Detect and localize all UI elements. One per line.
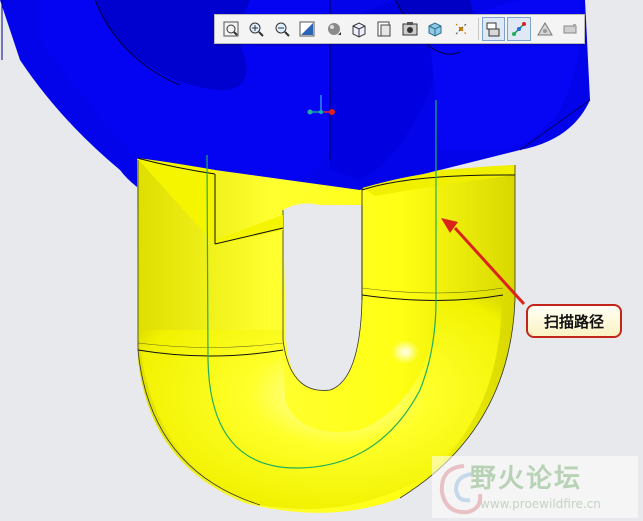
saved-view-icon[interactable] — [347, 17, 371, 41]
model-viewport[interactable] — [0, 0, 643, 521]
csys-display-icon[interactable] — [558, 17, 582, 41]
display-style-icon[interactable] — [321, 17, 345, 41]
axis-display-icon[interactable] — [507, 17, 531, 41]
zoom-out-icon[interactable] — [270, 17, 294, 41]
view-manager-icon[interactable] — [372, 17, 396, 41]
watermark-url: www.proewildfire.cn — [480, 497, 601, 511]
repaint-icon[interactable] — [296, 17, 320, 41]
datum-display-icon[interactable] — [449, 17, 473, 41]
plane-display-icon[interactable] — [481, 17, 506, 41]
orient-icon[interactable] — [424, 17, 448, 41]
watermark-title: 野火论坛 — [470, 464, 583, 494]
callout-label: 扫描路径 — [543, 312, 604, 331]
toolbar-separator — [477, 18, 479, 40]
view-toolbar — [214, 14, 585, 44]
zoom-fit-icon[interactable] — [219, 17, 243, 41]
zoom-in-icon[interactable] — [245, 17, 269, 41]
sweep-path-callout: 扫描路径 — [526, 304, 622, 338]
render-view-icon[interactable] — [398, 17, 422, 41]
point-display-icon[interactable] — [533, 17, 557, 41]
